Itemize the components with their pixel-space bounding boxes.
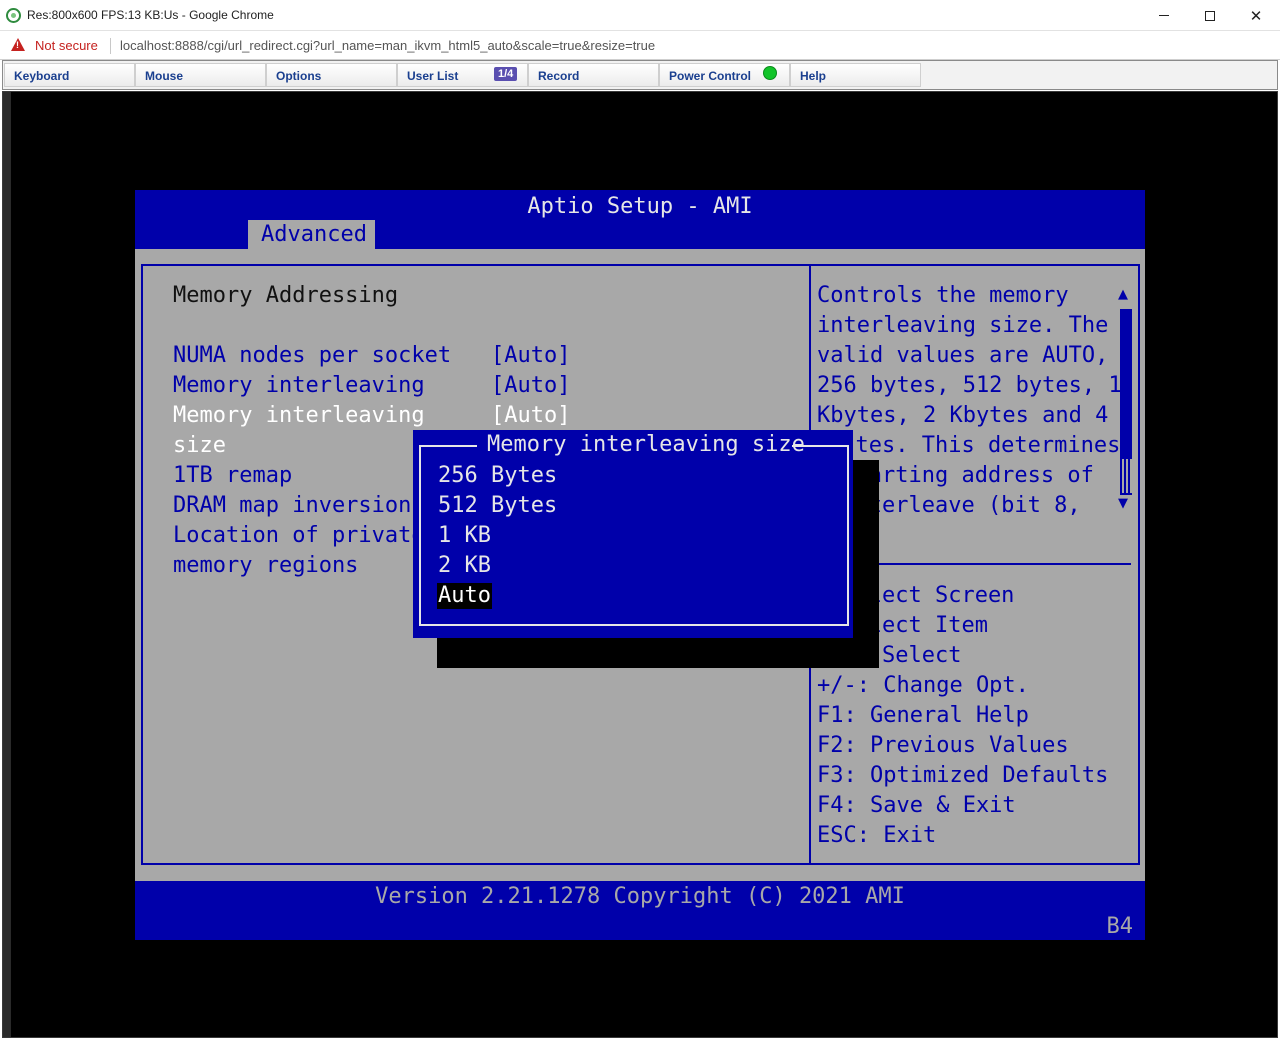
close-button[interactable]: ✕ (1233, 0, 1279, 31)
security-indicator[interactable]: Not secure (35, 38, 98, 53)
popup-option[interactable]: 1 KB (437, 523, 492, 549)
key-help-line: +/-: Change Opt. (817, 673, 1029, 698)
setting-interleaving-value[interactable]: [Auto] (491, 373, 570, 399)
menu-record-label: Record (538, 69, 580, 83)
setting-interleaving-size-label[interactable]: Memory interleaving (173, 403, 425, 429)
address-divider (110, 38, 111, 54)
menu-user-list[interactable]: User List 1/4 (397, 63, 528, 87)
help-line: tes. This determines (829, 433, 1121, 458)
setting-1tb-remap-label[interactable]: 1TB remap (173, 463, 292, 489)
bios-footer: Version 2.21.1278 Copyright (C) 2021 AMI… (135, 881, 1145, 940)
menu-power-control-label: Power Control (669, 69, 752, 83)
kvm-toolbar: Keyboard Mouse Options User List 1/4 Rec… (2, 60, 1278, 90)
popup-option[interactable]: 256 Bytes (437, 463, 558, 489)
scroll-down-arrow-icon[interactable]: ▼ (1118, 496, 1132, 511)
menu-mouse[interactable]: Mouse (135, 63, 266, 87)
key-help-line: F1: General Help (817, 703, 1029, 728)
menu-help[interactable]: Help (790, 63, 921, 87)
close-icon: ✕ (1249, 6, 1263, 25)
menu-keyboard-label: Keyboard (14, 69, 70, 83)
menu-help-label: Help (800, 69, 827, 83)
browser-title-bar: Res:800x600 FPS:13 KB:Us - Google Chrome… (0, 0, 1280, 31)
user-count-badge: 1/4 (494, 67, 518, 81)
section-heading: Memory Addressing (173, 283, 399, 308)
menu-options[interactable]: Options (266, 63, 397, 87)
bios-version: Version 2.21.1278 Copyright (C) 2021 AMI (375, 884, 905, 909)
tab-advanced[interactable]: Advanced (248, 220, 375, 249)
popup-option[interactable]: 512 Bytes (437, 493, 558, 519)
menu-mouse-label: Mouse (145, 69, 184, 83)
help-line: valid values are AUTO, (817, 343, 1109, 368)
menu-record[interactable]: Record (528, 63, 659, 87)
help-line: Controls the memory (817, 283, 1069, 308)
menu-user-list-label: User List (407, 69, 459, 83)
minimize-icon (1159, 15, 1169, 16)
popup-option-selected[interactable]: Auto (437, 583, 492, 609)
setting-numa-label[interactable]: NUMA nodes per socket (173, 343, 451, 369)
popup-title: Memory interleaving size (487, 432, 805, 457)
window-title: Res:800x600 FPS:13 KB:Us - Google Chrome (27, 8, 274, 22)
setting-interleaving-label[interactable]: Memory interleaving (173, 373, 425, 399)
maximize-icon (1205, 10, 1215, 21)
url-text[interactable]: localhost:8888/cgi/url_redirect.cgi?url_… (120, 38, 655, 53)
post-code: B4 (1106, 914, 1134, 939)
popup-option[interactable]: 2 KB (437, 553, 492, 579)
menu-keyboard[interactable]: Keyboard (4, 63, 135, 87)
popup-shadow (437, 638, 879, 668)
menu-options-label: Options (276, 69, 322, 83)
setting-interleaving-size-label-line2[interactable]: size (173, 433, 226, 459)
help-scrollbar-thumb[interactable] (1120, 459, 1132, 493)
scroll-up-arrow-icon[interactable]: ▲ (1118, 287, 1132, 302)
key-help-line: F4: Save & Exit (817, 793, 1016, 818)
minimize-button[interactable] (1141, 0, 1187, 31)
popup-border (419, 445, 477, 447)
power-status-icon (763, 66, 777, 80)
setting-dram-map-label[interactable]: DRAM map inversion (173, 493, 411, 519)
key-help-line: F2: Previous Values (817, 733, 1069, 758)
address-bar[interactable]: Not secure localhost:8888/cgi/url_redire… (0, 31, 1280, 60)
help-line: 256 bytes, 512 bytes, 1 (817, 373, 1122, 398)
bios-title: Aptio Setup - AMI (527, 194, 753, 219)
menu-power-control[interactable]: Power Control (659, 63, 790, 87)
setting-private-memory-label[interactable]: Location of private (173, 523, 425, 549)
setting-interleaving-size-value[interactable]: [Auto] (491, 403, 570, 429)
app-logo-icon (6, 8, 21, 23)
setting-numa-value[interactable]: [Auto] (491, 343, 570, 369)
warning-icon[interactable] (11, 38, 25, 51)
key-help-line: ESC: Exit (817, 823, 937, 848)
key-help-line: F3: Optimized Defaults (817, 763, 1109, 788)
help-line: Kbytes, 2 Kbytes and 4 (817, 403, 1109, 428)
popup-shadow (853, 460, 879, 668)
setting-private-memory-label-line2[interactable]: memory regions (173, 553, 358, 579)
maximize-button[interactable] (1187, 0, 1233, 31)
help-line: interleaving size. The (817, 313, 1109, 338)
